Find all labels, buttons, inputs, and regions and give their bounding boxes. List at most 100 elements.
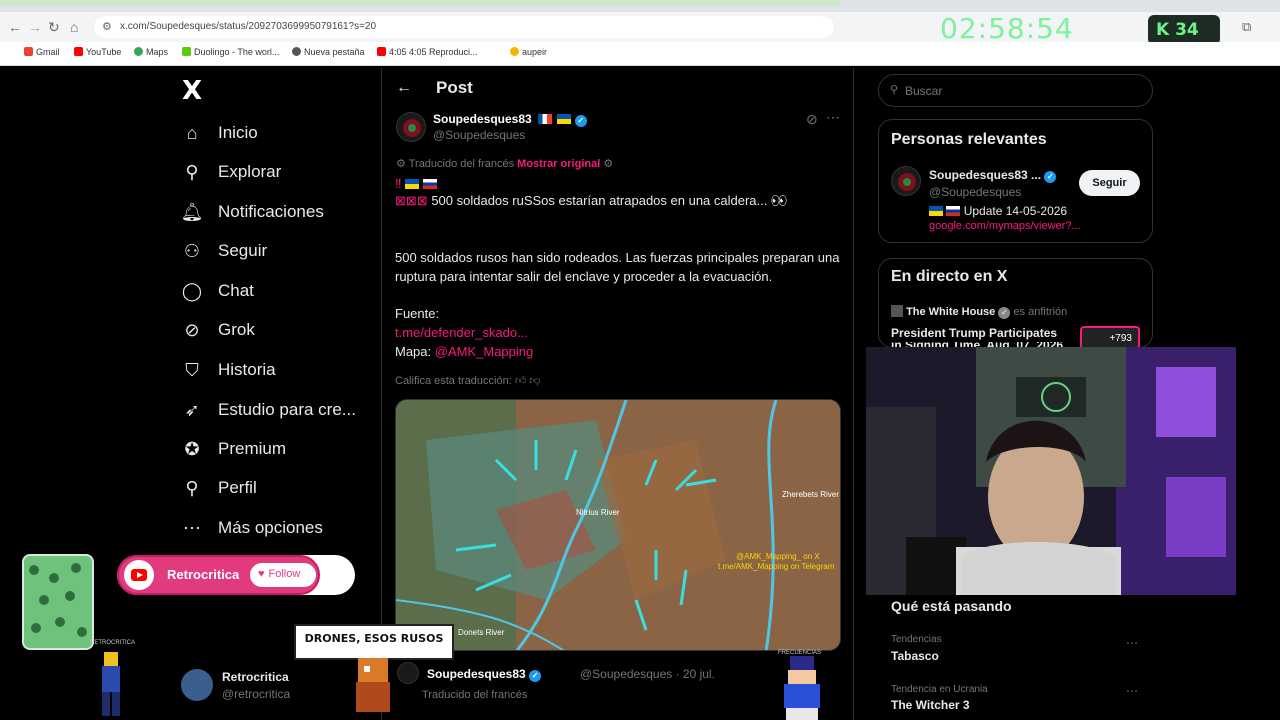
nav-mas-opciones[interactable]: ⋯ Más opciones <box>180 513 323 543</box>
grok-post-icon[interactable]: ⊘ <box>806 111 818 128</box>
verified-badge-icon: ✓ <box>529 670 542 682</box>
whitehouse-icon <box>891 305 903 317</box>
map-river-label-2: Zherebets River <box>782 490 839 499</box>
trend-label-1: Tendencias <box>891 634 942 645</box>
chat-icon: ◯ <box>181 280 203 301</box>
browser-tabstrip <box>0 0 1280 12</box>
nav-chat[interactable]: ◯ Chat <box>180 276 254 306</box>
relevant-handle: @Soupedesques <box>929 185 1022 199</box>
eyes-emoji-icon: 👀︎ <box>771 193 788 208</box>
youtube-icon <box>377 47 386 56</box>
nav-inicio[interactable]: ⌂ Inicio <box>180 118 258 148</box>
translation-notice: ⚙ Traducido del francés Mostrar original… <box>396 158 614 170</box>
live-event-title[interactable]: President Trump Participates <box>891 326 1057 340</box>
post-source-link[interactable]: t.me/defender_skado... <box>395 323 845 342</box>
nav-explorar[interactable]: ⚲ Explorar <box>180 157 281 187</box>
bookmark-new-tab[interactable]: Nueva pestaña <box>292 47 365 57</box>
relevant-bio: Update 14-05-2026 <box>929 204 1067 218</box>
avatar-emblem-icon <box>403 119 421 137</box>
grok-icon: ⊘ <box>184 319 200 340</box>
flag-russia-icon <box>422 179 437 189</box>
info-icon: ⚙ <box>603 158 614 170</box>
trend-name-2[interactable]: The Witcher 3 <box>891 698 970 712</box>
more-icon: ⋯ <box>183 517 201 538</box>
trend-more-icon[interactable]: ⋯ <box>1126 684 1138 698</box>
live-title: En directo en X <box>891 268 1008 285</box>
bookmark-gmail[interactable]: Gmail <box>24 47 60 57</box>
rate-translation: Califica esta traducción: 👍︎ 👎︎ <box>395 375 541 387</box>
duolingo-icon <box>182 47 191 56</box>
map-mention-link[interactable]: @AMK_Mapping <box>435 344 533 359</box>
reply-translation-notice: Traducido del francés <box>422 689 528 701</box>
nav-grok[interactable]: ⊘ Grok <box>180 315 254 345</box>
forward-icon[interactable]: → <box>28 19 42 35</box>
nav-estudio[interactable]: ➶ Estudio para cre... <box>180 395 356 425</box>
bookmark-youtube[interactable]: YouTube <box>74 47 121 57</box>
address-bar-row: ← → ↻ ⌂ ⚙ x.com/Soupedesques/status/2092… <box>0 12 1280 42</box>
bookmark-duolingo[interactable]: Duolingo - The worl... <box>182 47 279 57</box>
nav-premium[interactable]: ✪ Premium <box>180 434 286 464</box>
back-icon[interactable]: ← <box>8 19 22 35</box>
site-settings-icon[interactable]: ⚙ <box>102 20 112 33</box>
glass-label: RETROCRITICA <box>90 640 135 646</box>
author-handle[interactable]: @Soupedesques <box>433 128 525 142</box>
reload-icon[interactable]: ↻ <box>48 19 60 36</box>
relevant-avatar[interactable] <box>891 166 921 196</box>
nav-notificaciones[interactable]: 🔔︎ Notificaciones <box>180 197 324 227</box>
post-map-image[interactable]: Nitrius River Zherebets River Donets Riv… <box>395 399 841 651</box>
tab-stripe <box>0 0 840 6</box>
relevant-link[interactable]: google.com/mymaps/viewer?... <box>929 220 1081 232</box>
rocket-icon: ➶ <box>184 399 200 420</box>
reply-avatar[interactable] <box>397 662 419 684</box>
search-input[interactable]: ⚲ Buscar <box>878 74 1153 107</box>
red-squares-icon: ⊠⊠⊠ <box>395 193 428 208</box>
back-arrow-icon[interactable]: ← <box>396 79 412 97</box>
account-name[interactable]: Retrocritica <box>222 670 289 684</box>
live-host[interactable]: The White House ✓ es anfitrión <box>891 305 1067 319</box>
post-header: ← Post <box>396 78 473 98</box>
flag-ukraine-icon <box>405 179 420 189</box>
bookmark-playing[interactable]: 4:05 4:05 Reproduci... <box>377 47 478 57</box>
post-header-title: Post <box>436 78 473 97</box>
webcam-overlay <box>866 347 1236 595</box>
verified-badge-icon: ✓ <box>574 115 587 127</box>
home-browser-icon[interactable]: ⌂ <box>70 19 78 35</box>
youtube-icon <box>74 47 83 56</box>
author-avatar[interactable] <box>396 112 426 142</box>
bookmark-icon: ⛉ <box>185 359 199 380</box>
heart-icon: ♥ <box>258 568 265 580</box>
author-name[interactable]: Soupedesques83 ✓ <box>433 112 587 127</box>
bookmark-maps[interactable]: Maps <box>134 47 168 57</box>
show-original-link[interactable]: Mostrar original <box>517 158 600 170</box>
follow-button[interactable]: Seguir <box>1079 170 1140 196</box>
nav-perfil[interactable]: ⚲ Perfil <box>180 473 256 503</box>
relevant-name[interactable]: Soupedesques83 ... ✓ <box>929 168 1057 183</box>
yt-follow-button[interactable]: ♥ Follow <box>250 563 316 587</box>
verified-icon: ✪ <box>184 438 200 459</box>
reply-author-name[interactable]: Soupedesques83 ✓ <box>427 667 542 682</box>
pixel-character-sprite-2 <box>356 658 390 712</box>
bell-icon: 🔔︎ <box>180 201 204 222</box>
map-river-label-3: Donets River <box>458 628 505 637</box>
follow-icon: ⚇ <box>183 240 201 261</box>
glass-pattern <box>24 556 92 648</box>
trend-name-1[interactable]: Tabasco <box>891 649 939 663</box>
trend-more-icon[interactable]: ⋯ <box>1126 636 1138 650</box>
pixel-character-sprite-1 <box>102 652 120 716</box>
x-logo[interactable]: X <box>182 76 202 106</box>
search-icon: ⚲ <box>890 84 899 96</box>
nav-historia[interactable]: ⛉ Historia <box>180 355 275 385</box>
flag-ukraine-icon <box>929 206 943 216</box>
extension-icon[interactable]: ⧉ <box>1242 19 1251 35</box>
relevant-people-title: Personas relevantes <box>891 131 1047 148</box>
thumbs-up-icon[interactable]: 👍︎ <box>515 375 527 387</box>
account-avatar[interactable] <box>181 669 213 701</box>
trend-label-2: Tendencia en Ucrania <box>891 684 988 695</box>
bookmark-aupeir[interactable]: aupeir <box>510 47 547 57</box>
map-watermark-2: t.me/AMK_Mapping on Telegram <box>718 562 835 571</box>
nav-seguir[interactable]: ⚇ Seguir <box>180 236 267 266</box>
post-more-icon[interactable]: ⋯ <box>826 109 840 126</box>
thumbs-down-icon[interactable]: 👎︎ <box>529 375 540 387</box>
map-watermark-1: @AMK_Mapping_ on X <box>736 552 820 561</box>
post-map-line: Mapa: @AMK_Mapping <box>395 344 534 359</box>
